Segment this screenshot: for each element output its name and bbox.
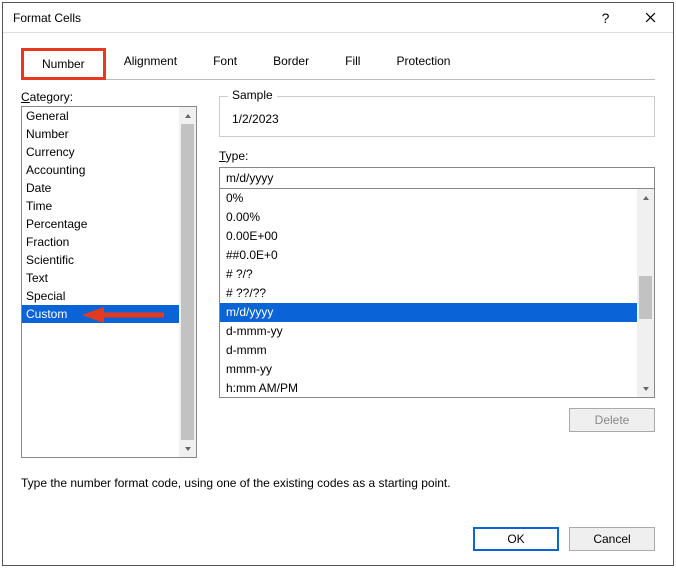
category-item[interactable]: General: [22, 107, 179, 125]
category-item[interactable]: Percentage: [22, 215, 179, 233]
type-list[interactable]: 0%0.00%0.00E+00##0.0E+0# ?/?# ??/??m/d/y…: [219, 189, 655, 398]
close-button[interactable]: [628, 3, 673, 33]
cancel-button[interactable]: Cancel: [569, 527, 655, 551]
sample-box: Sample 1/2/2023: [219, 96, 655, 137]
window-title: Format Cells: [13, 11, 81, 25]
ok-button[interactable]: OK: [473, 527, 559, 551]
tab-row: Number Alignment Font Border Fill Protec…: [21, 47, 655, 80]
category-item[interactable]: Time: [22, 197, 179, 215]
category-item[interactable]: Currency: [22, 143, 179, 161]
tab-protection[interactable]: Protection: [378, 48, 468, 80]
tab-font[interactable]: Font: [195, 48, 255, 80]
format-cells-dialog: Format Cells ? Number Alignment Font Bor…: [2, 2, 674, 566]
type-item[interactable]: ##0.0E+0: [220, 246, 637, 265]
tab-border[interactable]: Border: [255, 48, 327, 80]
category-item[interactable]: Number: [22, 125, 179, 143]
tab-alignment[interactable]: Alignment: [106, 48, 195, 80]
type-item[interactable]: d-mmm: [220, 341, 637, 360]
type-item[interactable]: # ?/?: [220, 265, 637, 284]
scroll-up-button[interactable]: [637, 189, 654, 206]
tab-fill[interactable]: Fill: [327, 48, 378, 80]
scroll-down-button[interactable]: [637, 380, 654, 397]
type-item[interactable]: h:mm AM/PM: [220, 379, 637, 397]
category-item[interactable]: Date: [22, 179, 179, 197]
content-area: Category: GeneralNumberCurrencyAccountin…: [3, 80, 673, 515]
type-item[interactable]: d-mmm-yy: [220, 322, 637, 341]
scroll-down-button[interactable]: [179, 440, 196, 457]
category-item[interactable]: Text: [22, 269, 179, 287]
type-label: Type:: [219, 149, 655, 163]
scroll-thumb[interactable]: [181, 124, 194, 440]
category-item[interactable]: Special: [22, 287, 179, 305]
delete-button[interactable]: Delete: [569, 408, 655, 432]
hint-text: Type the number format code, using one o…: [21, 476, 655, 490]
sample-label: Sample: [228, 88, 277, 102]
type-item[interactable]: mmm-yy: [220, 360, 637, 379]
category-list[interactable]: GeneralNumberCurrencyAccountingDateTimeP…: [21, 106, 197, 458]
close-icon: [645, 12, 656, 23]
type-item[interactable]: 0.00E+00: [220, 227, 637, 246]
scroll-thumb[interactable]: [639, 276, 652, 320]
type-item[interactable]: # ??/??: [220, 284, 637, 303]
title-bar: Format Cells ?: [3, 3, 673, 33]
scroll-up-button[interactable]: [179, 107, 196, 124]
sample-value: 1/2/2023: [230, 104, 644, 126]
type-scrollbar[interactable]: [637, 189, 654, 397]
dialog-footer: OK Cancel: [3, 515, 673, 565]
type-item[interactable]: 0%: [220, 189, 637, 208]
category-item[interactable]: Accounting: [22, 161, 179, 179]
category-label: Category:: [21, 90, 197, 104]
type-input[interactable]: [219, 167, 655, 189]
category-item[interactable]: Scientific: [22, 251, 179, 269]
tab-number[interactable]: Number: [21, 48, 106, 80]
category-scrollbar[interactable]: [179, 107, 196, 457]
type-item[interactable]: 0.00%: [220, 208, 637, 227]
annotation-arrow-icon: [82, 307, 164, 323]
category-item[interactable]: Custom: [22, 305, 179, 323]
category-item[interactable]: Fraction: [22, 233, 179, 251]
help-button[interactable]: ?: [583, 3, 628, 33]
type-item[interactable]: m/d/yyyy: [220, 303, 637, 322]
